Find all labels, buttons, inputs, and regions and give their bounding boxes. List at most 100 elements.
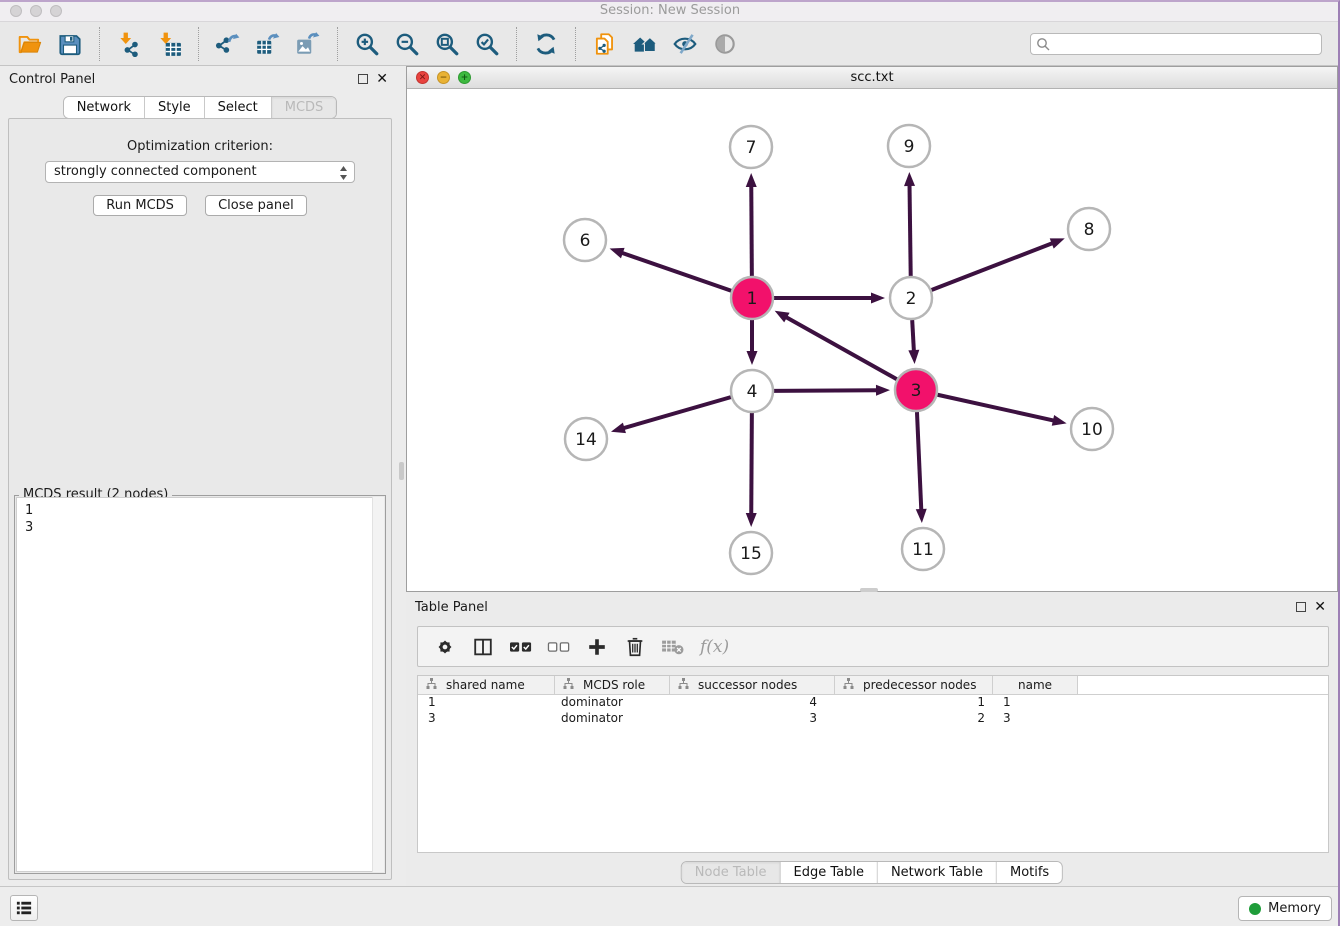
cell-successor-nodes[interactable]: 4 [670,695,835,711]
mcds-panel: Optimization criterion: strongly connect… [8,118,392,880]
tab-motifs[interactable]: Motifs [997,862,1062,883]
show-columns-icon[interactable] [470,634,496,660]
cell-predecessor-nodes[interactable]: 1 [835,695,993,711]
edge-arrowhead-2-3 [908,350,919,364]
zoom-selected-icon[interactable] [473,30,501,58]
close-panel-icon[interactable]: ✕ [376,71,388,87]
home-networks-icon[interactable] [631,30,659,58]
edge-1-7[interactable] [751,185,752,276]
edge-3-10[interactable] [937,395,1054,421]
export-network-icon[interactable] [214,30,242,58]
header-filler [1078,676,1328,694]
edge-1-6[interactable] [621,252,731,290]
column-header-name[interactable]: name [993,676,1078,694]
table-row[interactable]: 3dominator323 [418,711,1328,727]
network-canvas[interactable]: 7968124314101511 [407,89,1337,591]
node-label-6: 6 [580,231,591,251]
node-label-1: 1 [747,289,758,309]
edge-3-1[interactable] [785,317,897,380]
node-table: shared nameMCDS rolesuccessor nodesprede… [417,675,1329,853]
cell-name[interactable]: 1 [993,695,1078,711]
task-history-button[interactable] [10,895,38,921]
export-table-icon[interactable] [254,30,282,58]
edge-4-15[interactable] [751,413,752,515]
run-mcds-button[interactable]: Run MCDS [93,195,187,216]
edge-2-3[interactable] [912,320,914,352]
table-settings-gear-icon[interactable] [432,634,458,660]
table-panel-tabs: Node TableEdge TableNetwork TableMotifs [681,861,1063,884]
cell-shared-name[interactable]: 3 [418,711,555,727]
cell-MCDS-role[interactable]: dominator [555,711,670,727]
column-type-icon [678,678,689,692]
edge-arrowhead-2-8 [1050,238,1065,248]
hide-panel-eye-icon[interactable] [671,30,699,58]
cell-predecessor-nodes[interactable]: 2 [835,711,993,727]
edge-2-8[interactable] [932,243,1054,290]
network-window-titlebar: ✕ − + scc.txt [407,67,1337,89]
edge-arrowhead-2-9 [904,172,915,186]
edge-arrowhead-3-1 [775,311,790,323]
zoom-out-icon[interactable] [393,30,421,58]
close-panel-button[interactable]: Close panel [205,195,307,216]
tab-edge-table[interactable]: Edge Table [780,862,877,883]
float-table-panel-icon[interactable] [1296,602,1306,612]
panel-splitter-handle[interactable] [399,462,404,480]
table-panel-title: Table Panel [415,600,488,615]
apply-layout-icon[interactable] [532,30,560,58]
edge-arrowhead-1-4 [747,351,758,365]
zoom-in-icon[interactable] [353,30,381,58]
control-panel-title: Control Panel [9,72,95,87]
close-table-panel-icon[interactable]: ✕ [1314,599,1326,615]
column-header-shared-name[interactable]: shared name [418,676,555,694]
memory-button[interactable]: Memory [1238,896,1332,921]
open-session-icon[interactable] [16,30,44,58]
select-all-icon[interactable] [508,634,534,660]
tab-select[interactable]: Select [205,97,272,118]
cell-shared-name[interactable]: 1 [418,695,555,711]
edge-4-14[interactable] [623,397,731,428]
edge-arrowhead-4-14 [611,423,626,434]
node-label-15: 15 [740,544,762,564]
export-image-icon[interactable] [294,30,322,58]
main-toolbar [0,22,1340,66]
mcds-result-value: 3 [25,519,375,536]
column-type-icon [563,678,574,692]
column-header-MCDS-role[interactable]: MCDS role [555,676,670,694]
criterion-value: strongly connected component [54,164,257,179]
edge-2-9[interactable] [910,184,911,276]
node-label-3: 3 [911,381,922,401]
tab-network[interactable]: Network [64,97,145,118]
tab-network-table[interactable]: Network Table [878,862,997,883]
save-session-icon[interactable] [56,30,84,58]
search-field [1030,33,1322,55]
float-panel-icon[interactable] [358,74,368,84]
session-title: Session: New Session [0,3,1340,18]
edge-arrowhead-1-7 [746,173,757,187]
edge-4-3[interactable] [774,390,878,391]
mcds-result-scrollbar[interactable] [372,497,384,872]
tab-mcds[interactable]: MCDS [272,97,337,118]
add-column-icon[interactable] [584,634,610,660]
tab-node-table[interactable]: Node Table [682,862,781,883]
search-input[interactable] [1030,33,1322,55]
cell-successor-nodes[interactable]: 3 [670,711,835,727]
column-header-successor-nodes[interactable]: successor nodes [670,676,835,694]
column-header-predecessor-nodes[interactable]: predecessor nodes [835,676,993,694]
import-table-icon[interactable] [155,30,183,58]
tab-style[interactable]: Style [145,97,205,118]
criterion-dropdown[interactable]: strongly connected component [45,161,355,183]
deselect-all-icon[interactable] [546,634,572,660]
table-row[interactable]: 1dominator411 [418,695,1328,711]
memory-status-icon [1249,903,1261,915]
node-label-4: 4 [747,382,758,402]
duplicate-network-icon[interactable] [591,30,619,58]
delete-column-icon[interactable] [622,634,648,660]
cell-name[interactable]: 3 [993,711,1078,727]
mcds-result-value: 1 [25,502,375,519]
mcds-result-text[interactable]: 13 [16,497,384,872]
toolbar-separator [575,27,576,61]
cell-MCDS-role[interactable]: dominator [555,695,670,711]
zoom-fit-icon[interactable] [433,30,461,58]
edge-3-11[interactable] [917,412,921,511]
import-network-icon[interactable] [115,30,143,58]
